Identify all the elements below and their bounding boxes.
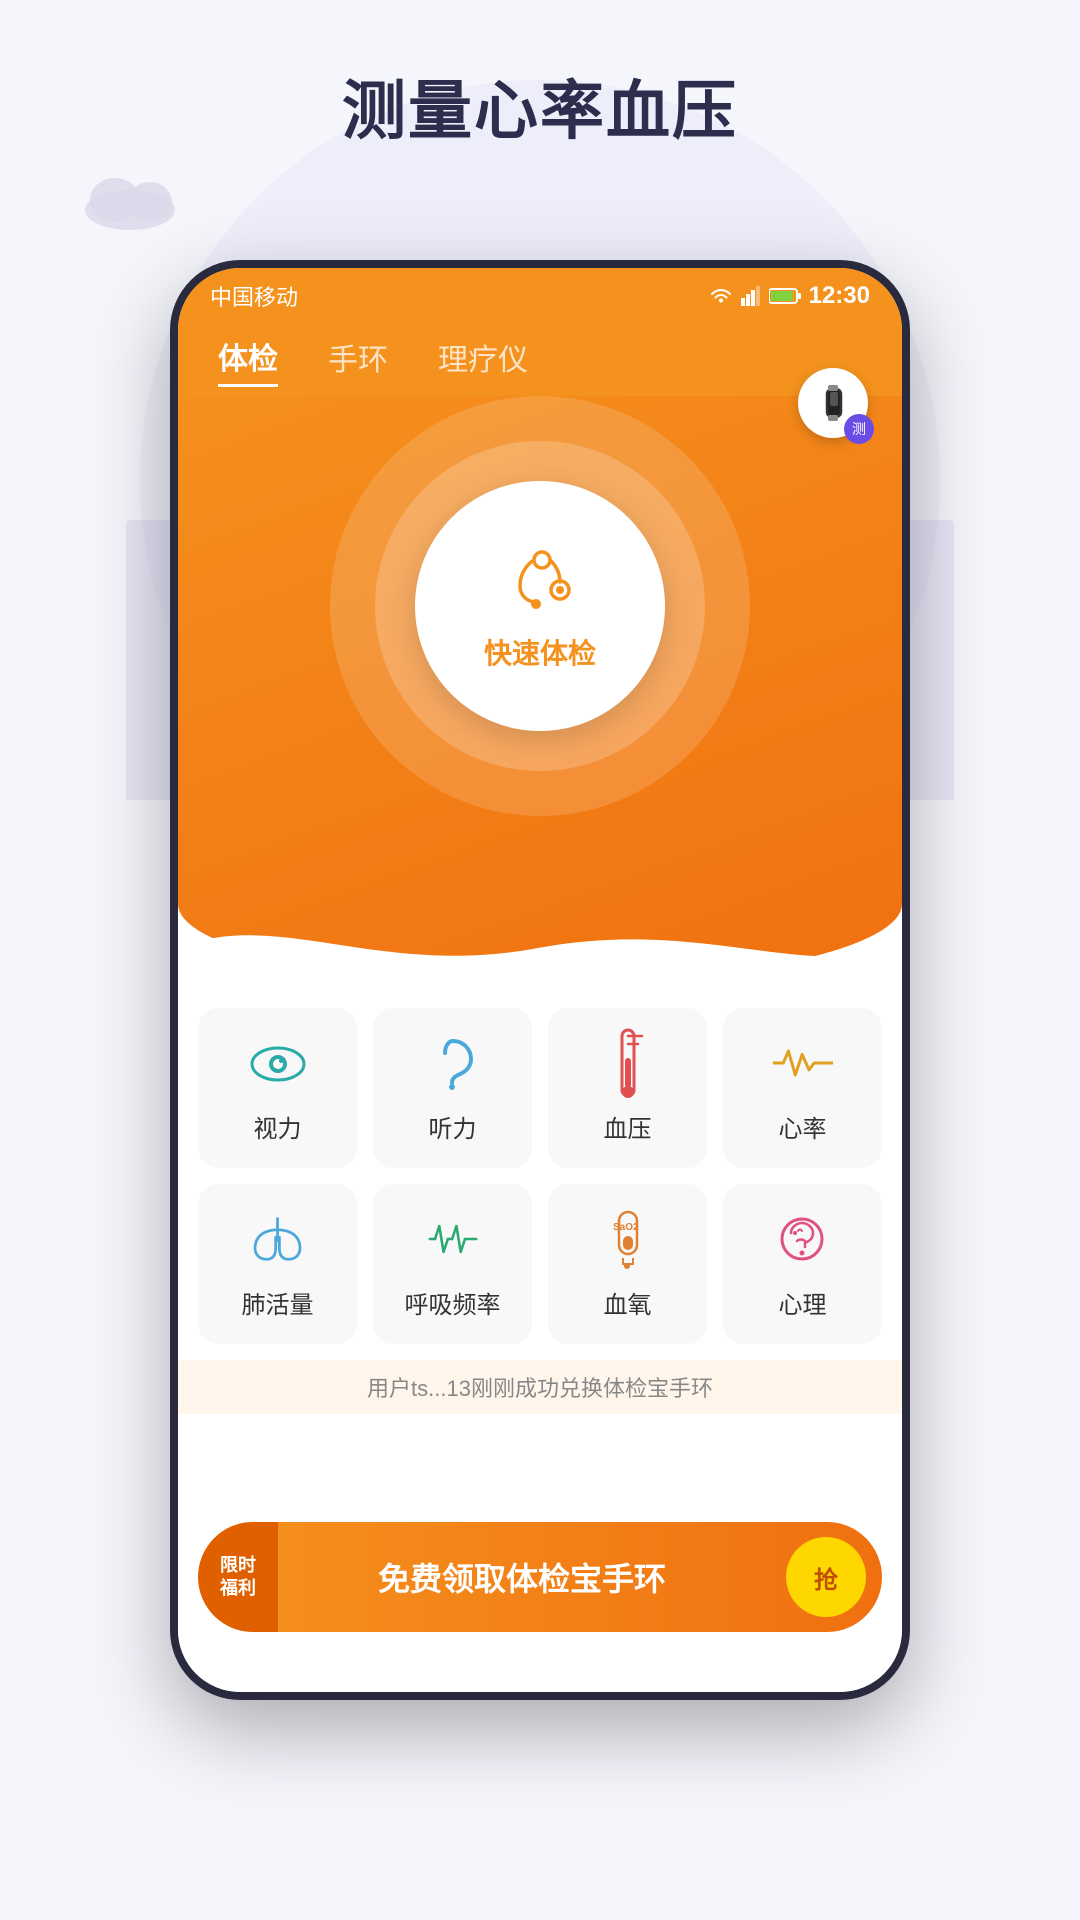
tab-shuhuan[interactable]: 手环	[328, 335, 388, 385]
psych-label: 心理	[779, 1285, 827, 1320]
status-bar: 中国移动	[178, 268, 902, 324]
tab-tijian[interactable]: 体检	[218, 334, 278, 387]
quick-exam-button[interactable]: 快速体检	[415, 481, 665, 731]
circle-outer: 快速体检	[330, 396, 750, 816]
battery-icon	[769, 287, 801, 305]
hr-label: 心率	[779, 1109, 827, 1144]
sao2-label: 血氧	[604, 1285, 652, 1320]
grid-item-hearing[interactable]: 听力	[373, 1008, 532, 1168]
status-time: 12:30	[809, 282, 870, 310]
psych-icon	[773, 1209, 833, 1269]
grid-item-blood-pressure[interactable]: 血压	[548, 1008, 707, 1168]
page-title: 测量心率血压	[0, 60, 1080, 152]
tab-liaoyi[interactable]: 理疗仪	[438, 335, 528, 385]
circle-middle: 快速体检	[375, 441, 705, 771]
lung-label: 肺活量	[242, 1285, 314, 1320]
hearing-icon	[423, 1033, 483, 1093]
phone-inner: 中国移动	[178, 268, 902, 1692]
grid-item-vision[interactable]: 视力	[198, 1008, 357, 1168]
breath-icon	[423, 1209, 483, 1269]
phone-frame: 中国移动	[170, 260, 910, 1700]
grid-item-heart-rate[interactable]: 心率	[723, 1008, 882, 1168]
cloud-icon	[80, 170, 200, 230]
status-icons: 12:30	[709, 282, 870, 310]
notification-bar: 用户ts...13刚刚成功兑换体检宝手环	[178, 1360, 902, 1414]
banner-grab-button[interactable]: 抢	[786, 1537, 866, 1617]
wristband-badge: 测	[844, 414, 874, 444]
banner-main-text: 免费领取体检宝手环	[258, 1554, 786, 1600]
bp-icon	[598, 1033, 658, 1093]
wristband-button[interactable]: 测	[798, 368, 878, 448]
grid-row-1: 视力 听力	[198, 1008, 882, 1168]
quick-exam-label: 快速体检	[484, 632, 596, 672]
notification-text: 用户ts...13刚刚成功兑换体检宝手环	[367, 1371, 713, 1403]
breath-label: 呼吸频率	[405, 1285, 501, 1320]
main-circle-container: 快速体检	[330, 396, 750, 816]
banner-tag-text: 限时 福利	[220, 1554, 256, 1601]
svg-text:SaO2: SaO2	[613, 1222, 639, 1233]
signal-icon	[741, 286, 761, 306]
tab-bar: 体检 手环 理疗仪	[178, 324, 902, 396]
banner-btn-label: 抢	[814, 1560, 838, 1595]
grid-item-psychology[interactable]: 心理	[723, 1184, 882, 1344]
vision-label: 视力	[254, 1109, 302, 1144]
grid-item-blood-oxygen[interactable]: SaO2 血氧	[548, 1184, 707, 1344]
carrier-text: 中国移动	[210, 280, 298, 312]
grid-item-lung[interactable]: 肺活量	[198, 1184, 357, 1344]
wristband-circle: 测	[798, 368, 868, 438]
stethoscope-icon	[500, 540, 580, 620]
bp-label: 血压	[604, 1109, 652, 1144]
hearing-label: 听力	[429, 1109, 477, 1144]
bottom-banner[interactable]: 限时 福利 免费领取体检宝手环 抢	[198, 1522, 882, 1632]
grid-row-2: 肺活量	[198, 1184, 882, 1344]
wave-divider	[178, 908, 902, 988]
vision-icon	[248, 1033, 308, 1093]
lung-icon	[248, 1209, 308, 1269]
wifi-icon	[709, 286, 733, 306]
hr-icon	[773, 1033, 833, 1093]
sao2-icon: SaO2	[598, 1209, 658, 1269]
grid-item-breath[interactable]: 呼吸频率	[373, 1184, 532, 1344]
